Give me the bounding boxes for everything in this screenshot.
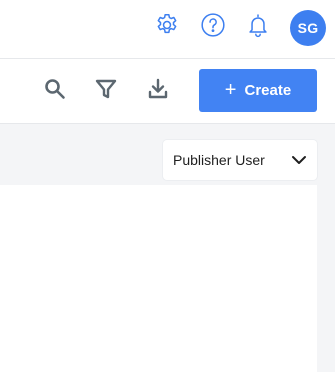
- gear-icon: [154, 12, 180, 43]
- view-selector-value: Publisher User: [173, 152, 265, 168]
- download-icon: [146, 77, 170, 106]
- user-avatar[interactable]: SG: [290, 10, 326, 46]
- settings-button[interactable]: [152, 12, 182, 42]
- top-header: SG: [0, 0, 335, 59]
- filter-icon: [94, 77, 118, 106]
- avatar-initials: SG: [297, 20, 319, 36]
- app-root: SG + Create Publisher User: [0, 0, 335, 372]
- create-button[interactable]: + Create: [199, 69, 317, 112]
- download-button[interactable]: [143, 76, 173, 106]
- chevron-down-icon: [291, 153, 307, 165]
- help-icon: [200, 12, 226, 43]
- content-panel: [0, 185, 317, 372]
- content-area: Publisher User: [0, 124, 335, 372]
- create-button-label: Create: [244, 82, 292, 99]
- search-icon: [43, 77, 67, 106]
- bell-icon: [245, 12, 271, 43]
- notifications-button[interactable]: [243, 12, 273, 42]
- plus-icon: +: [224, 78, 237, 101]
- search-button[interactable]: [40, 76, 70, 106]
- help-button[interactable]: [198, 12, 228, 42]
- view-selector-dropdown[interactable]: Publisher User: [163, 140, 317, 180]
- toolbar: + Create: [0, 59, 335, 124]
- filter-button[interactable]: [91, 76, 121, 106]
